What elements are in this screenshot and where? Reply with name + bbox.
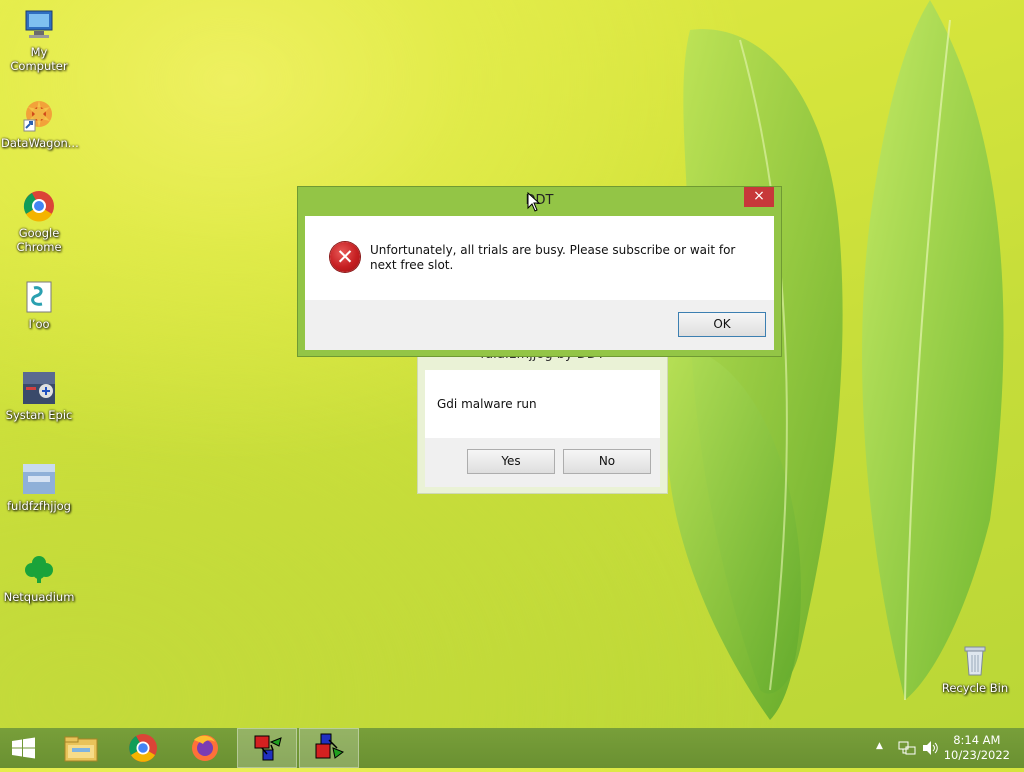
chrome-icon [129, 734, 157, 762]
desktop-icon-label: DataWagon... [1, 136, 79, 150]
taskbar-chrome[interactable] [113, 728, 173, 768]
desktop-icon-label: Netquadium [3, 590, 75, 604]
desktop-icon-label: fuldfzfhjjog [7, 499, 71, 513]
error-dialog-body: ✕ Unfortunately, all trials are busy. Pl… [305, 216, 774, 300]
desktop-icon-label: I’oo [28, 317, 50, 331]
show-hidden-icons-chevron-icon[interactable]: ▲ [876, 741, 883, 751]
desktop-icon-script-file[interactable]: I’oo [1, 280, 77, 331]
desktop-icon-systan-epic[interactable]: Systan Epic [1, 371, 77, 422]
desktop-icon-netquadium[interactable]: Netquadium [1, 553, 77, 604]
system-tray: ▲ [870, 728, 940, 768]
ok-button[interactable]: OK [678, 312, 766, 337]
desktop-icon-google-chrome[interactable]: Google Chrome [1, 189, 77, 254]
datawagon-icon [22, 99, 56, 133]
close-button[interactable]: × [744, 187, 774, 207]
shapes-app-icon [254, 735, 282, 761]
fuldfzfhjjog-icon [22, 462, 56, 496]
desktop-icon-label: My Computer [10, 45, 68, 73]
chrome-icon [22, 189, 56, 223]
volume-icon[interactable] [921, 740, 939, 756]
malware-dialog: fuldfzfhjjog by DDT Gdi malware run Yes … [417, 340, 668, 494]
error-icon: ✕ [330, 242, 360, 272]
error-dialog-footer: OK [305, 300, 774, 350]
malware-dialog-footer: Yes No [425, 438, 660, 487]
no-button[interactable]: No [563, 449, 651, 474]
mouse-cursor-icon [527, 192, 541, 212]
desktop-icon-recycle-bin[interactable]: Recycle Bin [937, 644, 1013, 695]
windows-logo-icon [12, 737, 35, 759]
clock-date: 10/23/2022 [943, 748, 1010, 762]
desktop-icon-label: Google Chrome [16, 226, 62, 254]
yes-button[interactable]: Yes [467, 449, 555, 474]
start-button[interactable] [0, 728, 48, 768]
systan-epic-icon [22, 371, 56, 405]
desktop-icon-my-computer[interactable]: My Computer [1, 8, 77, 73]
taskbar-firefox[interactable] [175, 728, 235, 768]
folder-icon [64, 736, 98, 762]
desktop-icon-fuldfzfhjjog[interactable]: fuldfzfhjjog [1, 462, 77, 513]
taskbar-shapes-app[interactable] [237, 728, 297, 768]
desktop-icon-label: Recycle Bin [941, 681, 1009, 695]
firefox-icon [192, 735, 218, 761]
desktop-icon-label: Systan Epic [5, 408, 73, 422]
computer-icon [22, 8, 56, 42]
shapes-app-icon [315, 733, 345, 759]
close-icon: × [753, 188, 765, 204]
taskbar-shapes-app-2[interactable] [299, 728, 359, 768]
taskbar: ▲ 8:14 AM 10/23/2022 [0, 728, 1024, 768]
script-file-icon [22, 280, 56, 314]
malware-dialog-body: Gdi malware run [425, 370, 660, 438]
malware-dialog-message: Gdi malware run [437, 397, 537, 411]
netquadium-icon [22, 553, 56, 587]
desktop-icon-datawagon[interactable]: DataWagon... [1, 99, 79, 150]
clock-time: 8:14 AM [953, 733, 1001, 747]
taskbar-file-explorer[interactable] [51, 728, 111, 768]
network-icon[interactable] [898, 740, 916, 756]
taskbar-clock[interactable]: 8:14 AM 10/23/2022 [944, 733, 1010, 763]
recycle-bin-icon [958, 644, 992, 678]
error-dialog-message: Unfortunately, all trials are busy. Plea… [370, 243, 736, 272]
